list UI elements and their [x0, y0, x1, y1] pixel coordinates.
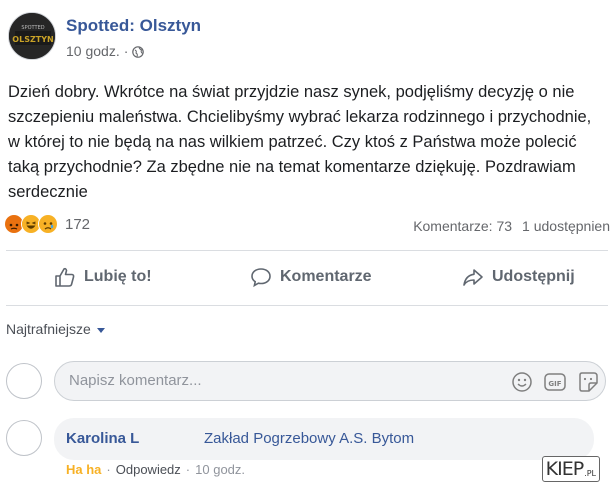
svg-text:GIF: GIF: [548, 380, 561, 388]
caret-down-icon: [96, 327, 105, 333]
user-avatar: [6, 363, 42, 399]
comment-reaction-link[interactable]: Ha ha: [66, 462, 101, 477]
divider: [6, 305, 608, 306]
post-text: Dzień dobry. Wkrótce na świat przyjdzie …: [8, 83, 592, 201]
comment-bubble: Karolina L Zakład Pogrzebowy A.S. Bytom: [54, 418, 594, 460]
page-avatar[interactable]: OLSZTYN SPOTTED: [8, 12, 56, 60]
svg-text:OLSZTYN: OLSZTYN: [12, 35, 53, 44]
gif-icon[interactable]: GIF: [543, 371, 567, 393]
comments-count-link[interactable]: Komentarze: 73: [413, 218, 512, 234]
reaction-count: 172: [65, 215, 91, 233]
share-label: Udostępnij: [492, 268, 575, 285]
comment-author-link[interactable]: Karolina L: [66, 430, 139, 447]
comment-timestamp[interactable]: 10 godz.: [195, 462, 245, 477]
emoji-icon[interactable]: [511, 371, 533, 393]
like-label: Lubię to!: [84, 268, 152, 285]
watermark-main: KIEP: [545, 458, 585, 480]
comment-text: Zakład Pogrzebowy A.S. Bytom: [204, 430, 415, 447]
watermark-suffix: .PL: [584, 469, 596, 478]
composer-icons: GIF: [511, 371, 599, 393]
shares-count-link[interactable]: 1 udostępnien: [522, 218, 610, 234]
comment-actions: Ha ha · Odpowiedz · 10 godz.: [66, 462, 245, 477]
meta-separator: ·: [123, 43, 129, 59]
comment-label: Komentarze: [280, 268, 372, 285]
sad-reaction-icon: [38, 214, 58, 234]
reply-link[interactable]: Odpowiedz: [116, 462, 181, 477]
comment-input[interactable]: Napisz komentarz...: [69, 372, 202, 389]
separator: ·: [106, 462, 111, 477]
share-button[interactable]: Udostępnij: [462, 266, 575, 288]
sticker-icon[interactable]: [577, 371, 599, 393]
commenter-avatar[interactable]: [6, 420, 42, 456]
page-name-link[interactable]: Spotted: Olsztyn: [66, 16, 201, 36]
comment-sort-dropdown[interactable]: Najtrafniejsze: [6, 321, 105, 337]
kiep-watermark-logo: KIEP .PL: [541, 456, 600, 482]
like-button[interactable]: Lubię to!: [54, 266, 152, 288]
comment-button[interactable]: Komentarze: [250, 266, 372, 288]
facebook-post: OLSZTYN SPOTTED Spotted: Olsztyn 10 godz…: [0, 0, 610, 485]
page-logo: OLSZTYN SPOTTED: [9, 13, 55, 59]
comment-icon: [251, 268, 271, 288]
separator: ·: [185, 462, 191, 477]
share-arrow-icon: [463, 269, 483, 286]
globe-icon: [132, 45, 145, 58]
thumbs-up-icon: [55, 267, 75, 287]
reactions-summary[interactable]: 172: [4, 214, 90, 234]
svg-text:SPOTTED: SPOTTED: [21, 25, 44, 31]
post-action-bar: Lubię to! Komentarze Udostępnij: [0, 256, 610, 302]
post-stats: Komentarze: 73 1 udostępnien: [413, 218, 610, 234]
post-timestamp[interactable]: 10 godz.: [66, 43, 120, 59]
post-meta: 10 godz. ·: [66, 43, 145, 59]
sort-label: Najtrafniejsze: [6, 321, 91, 337]
comment-composer[interactable]: Napisz komentarz... GIF: [54, 361, 606, 401]
divider: [6, 250, 608, 251]
